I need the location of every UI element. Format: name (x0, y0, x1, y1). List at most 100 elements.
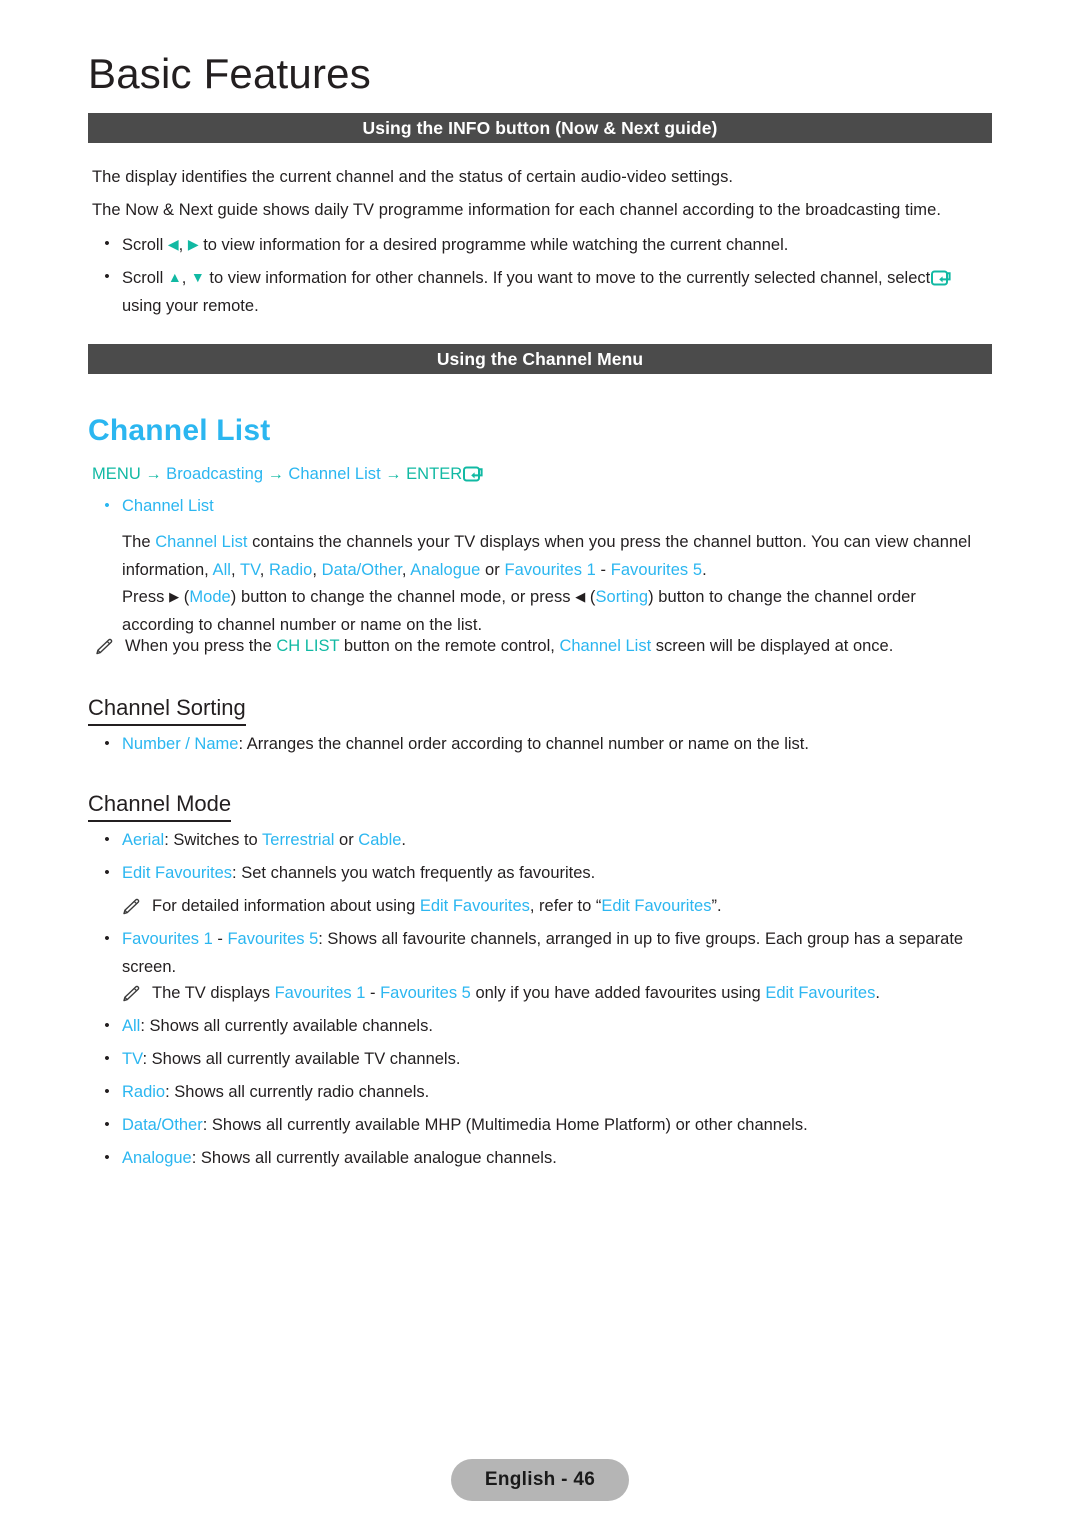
cl-desc-fav1[interactable]: Favourites 1 (504, 561, 595, 579)
bullet-edit-favourites-label[interactable]: Edit Favourites (122, 864, 232, 882)
pencil-note-icon (122, 897, 142, 915)
note-fav-hl3[interactable]: Edit Favourites (765, 984, 875, 1002)
arrow-left-icon: ◀ (575, 589, 586, 604)
section-bar-info-button-label: Using the INFO button (Now & Next guide) (362, 117, 718, 138)
press-sorting[interactable]: Sorting (595, 588, 648, 606)
note-ef-p2: , refer to “ (529, 897, 602, 915)
note-ef-hl1[interactable]: Edit Favourites (420, 897, 530, 915)
breadcrumb-broadcasting[interactable]: Broadcasting (166, 465, 263, 483)
info-bullet-1-tail: to view information for a desired progra… (203, 236, 789, 254)
bullet-data-other-text: : Shows all currently available MHP (Mul… (202, 1116, 808, 1134)
bullet-aerial-label[interactable]: Aerial (122, 831, 164, 849)
bullet-dot: • (104, 1116, 110, 1133)
bullet-radio-label[interactable]: Radio (122, 1083, 165, 1101)
bullet-radio-text: : Shows all currently radio channels. (165, 1083, 430, 1101)
bullet-fav1-label[interactable]: Favourites 1 (122, 930, 213, 948)
bullet-dot: • (104, 1050, 110, 1067)
section-bar-channel-menu-label: Using the Channel Menu (436, 348, 644, 369)
cl-desc-analogue[interactable]: Analogue (410, 561, 480, 579)
note-ef-p3: ”. (711, 897, 722, 915)
arrow-left-icon: ◀ (167, 236, 179, 252)
cl-desc-data-other[interactable]: Data/Other (322, 561, 402, 579)
press-p3: ) button to change the channel mode, or … (230, 588, 576, 606)
note-fav-hl1[interactable]: Favourites 1 (275, 984, 366, 1002)
bullet-fav5-label[interactable]: Favourites 5 (227, 930, 318, 948)
bullet-favourites-groups: • Favourites 1 - Favourites 5: Shows all… (100, 925, 1000, 981)
bullet-dot: • (104, 831, 110, 848)
arrow-right-icon: ▶ (187, 236, 199, 252)
bullet-dot: • (104, 864, 110, 881)
bullet-edit-favourites: • Edit Favourites: Set channels you watc… (100, 859, 1000, 887)
cl-desc-sep5: or (480, 561, 505, 579)
breadcrumb-arrow-icon: → (385, 466, 402, 483)
channel-mode-press-description: Press ▶ (Mode) button to change the chan… (122, 583, 992, 639)
note-ef-hl2[interactable]: Edit Favourites (601, 897, 711, 915)
info-bullet-2-tail-1: to view information for other channels. … (209, 269, 931, 287)
bullet-tv-text: : Shows all currently available TV chann… (142, 1050, 461, 1068)
bullet-data-other: • Data/Other: Shows all currently availa… (100, 1111, 1000, 1139)
note-fav-sep: - (365, 984, 381, 1002)
cl-desc-p1: The (122, 533, 156, 551)
bullet-aerial: • Aerial: Switches to Terrestrial or Cab… (100, 826, 1000, 854)
cl-desc-sep1: , (231, 561, 241, 579)
heading-channel-list: Channel List (88, 414, 271, 447)
info-bullet-1-comma: , (178, 236, 184, 254)
bullet-number-name-text: : Arranges the channel order according t… (238, 735, 809, 753)
pencil-note-icon (95, 637, 115, 655)
section-bar-channel-menu: Using the Channel Menu (88, 344, 992, 374)
info-paragraph-2: The Now & Next guide shows daily TV prog… (92, 201, 941, 219)
note-fav-p3: . (875, 984, 880, 1002)
note-fav-hl2[interactable]: Favourites 5 (380, 984, 471, 1002)
bullet-tv-label[interactable]: TV (122, 1050, 142, 1068)
cl-desc-all[interactable]: All (213, 561, 232, 579)
heading-channel-mode: Channel Mode (88, 791, 232, 822)
bullet-dot: • (104, 497, 110, 514)
info-bullet-scroll-ud: • Scroll ▲, ▼ to view information for ot… (100, 263, 1000, 320)
press-p2: ( (179, 588, 190, 606)
channel-list-description: The Channel List contains the channels y… (122, 528, 992, 584)
bullet-channel-list: • Channel List (100, 492, 700, 520)
cl-desc-sep7: . (702, 561, 707, 579)
breadcrumb-enter[interactable]: ENTER (406, 465, 462, 483)
bullet-dot: • (104, 1149, 110, 1166)
page-footer-label: English - 46 (484, 1469, 596, 1490)
note-edit-favourites: For detailed information about using Edi… (122, 892, 1002, 920)
cl-desc-sep6: - (595, 561, 611, 579)
manual-page: Basic Features Using the INFO button (No… (0, 0, 1080, 1534)
cl-desc-fav5[interactable]: Favourites 5 (611, 561, 702, 579)
section-bar-info-button: Using the INFO button (Now & Next guide) (88, 113, 992, 143)
note-favourites-display: The TV displays Favourites 1 - Favourite… (122, 979, 1002, 1007)
breadcrumb-channel-list[interactable]: Channel List (288, 465, 380, 483)
bullet-all-label[interactable]: All (122, 1017, 140, 1035)
bullet-tv: • TV: Shows all currently available TV c… (100, 1045, 1000, 1073)
bullet-all-text: : Shows all currently available channels… (140, 1017, 433, 1035)
cl-desc-sep3: , (312, 561, 322, 579)
bullet-dot: • (104, 930, 110, 947)
info-bullet-2-tail-2: using your remote. (122, 297, 259, 315)
cl-desc-radio[interactable]: Radio (269, 561, 312, 579)
bullet-edit-favourites-text: : Set channels you watch frequently as f… (232, 864, 596, 882)
bullet-data-other-label[interactable]: Data/Other (122, 1116, 203, 1134)
info-bullet-2-comma: , (181, 269, 187, 287)
bullet-analogue-text: : Shows all currently available analogue… (191, 1149, 557, 1167)
note-fav-p1: The TV displays (152, 984, 275, 1002)
arrow-up-icon: ▲ (167, 269, 182, 285)
bullet-dot: • (104, 268, 110, 285)
note-channel-list[interactable]: Channel List (559, 637, 651, 655)
bullet-analogue-label[interactable]: Analogue (122, 1149, 192, 1167)
note-ch-list-button[interactable]: CH LIST (276, 637, 339, 655)
bullet-number-name-label[interactable]: Number / Name (122, 735, 238, 753)
bullet-aerial-cable[interactable]: Cable (358, 831, 401, 849)
cl-desc-channel-list[interactable]: Channel List (155, 533, 247, 551)
note-ch-list: When you press the CH LIST button on the… (95, 632, 995, 660)
bullet-dot: • (104, 1083, 110, 1100)
bullet-aerial-terrestrial[interactable]: Terrestrial (262, 831, 334, 849)
bullet-channel-list-label[interactable]: Channel List (122, 492, 700, 520)
bullet-number-name: • Number / Name: Arranges the channel or… (100, 730, 1000, 758)
bullet-radio: • Radio: Shows all currently radio chann… (100, 1078, 1000, 1106)
breadcrumb-menu[interactable]: MENU (92, 465, 141, 483)
press-mode[interactable]: Mode (189, 588, 230, 606)
cl-desc-tv[interactable]: TV (240, 561, 260, 579)
note-chlist-p2: button on the remote control, (339, 637, 560, 655)
breadcrumb-arrow-icon: → (267, 466, 284, 483)
